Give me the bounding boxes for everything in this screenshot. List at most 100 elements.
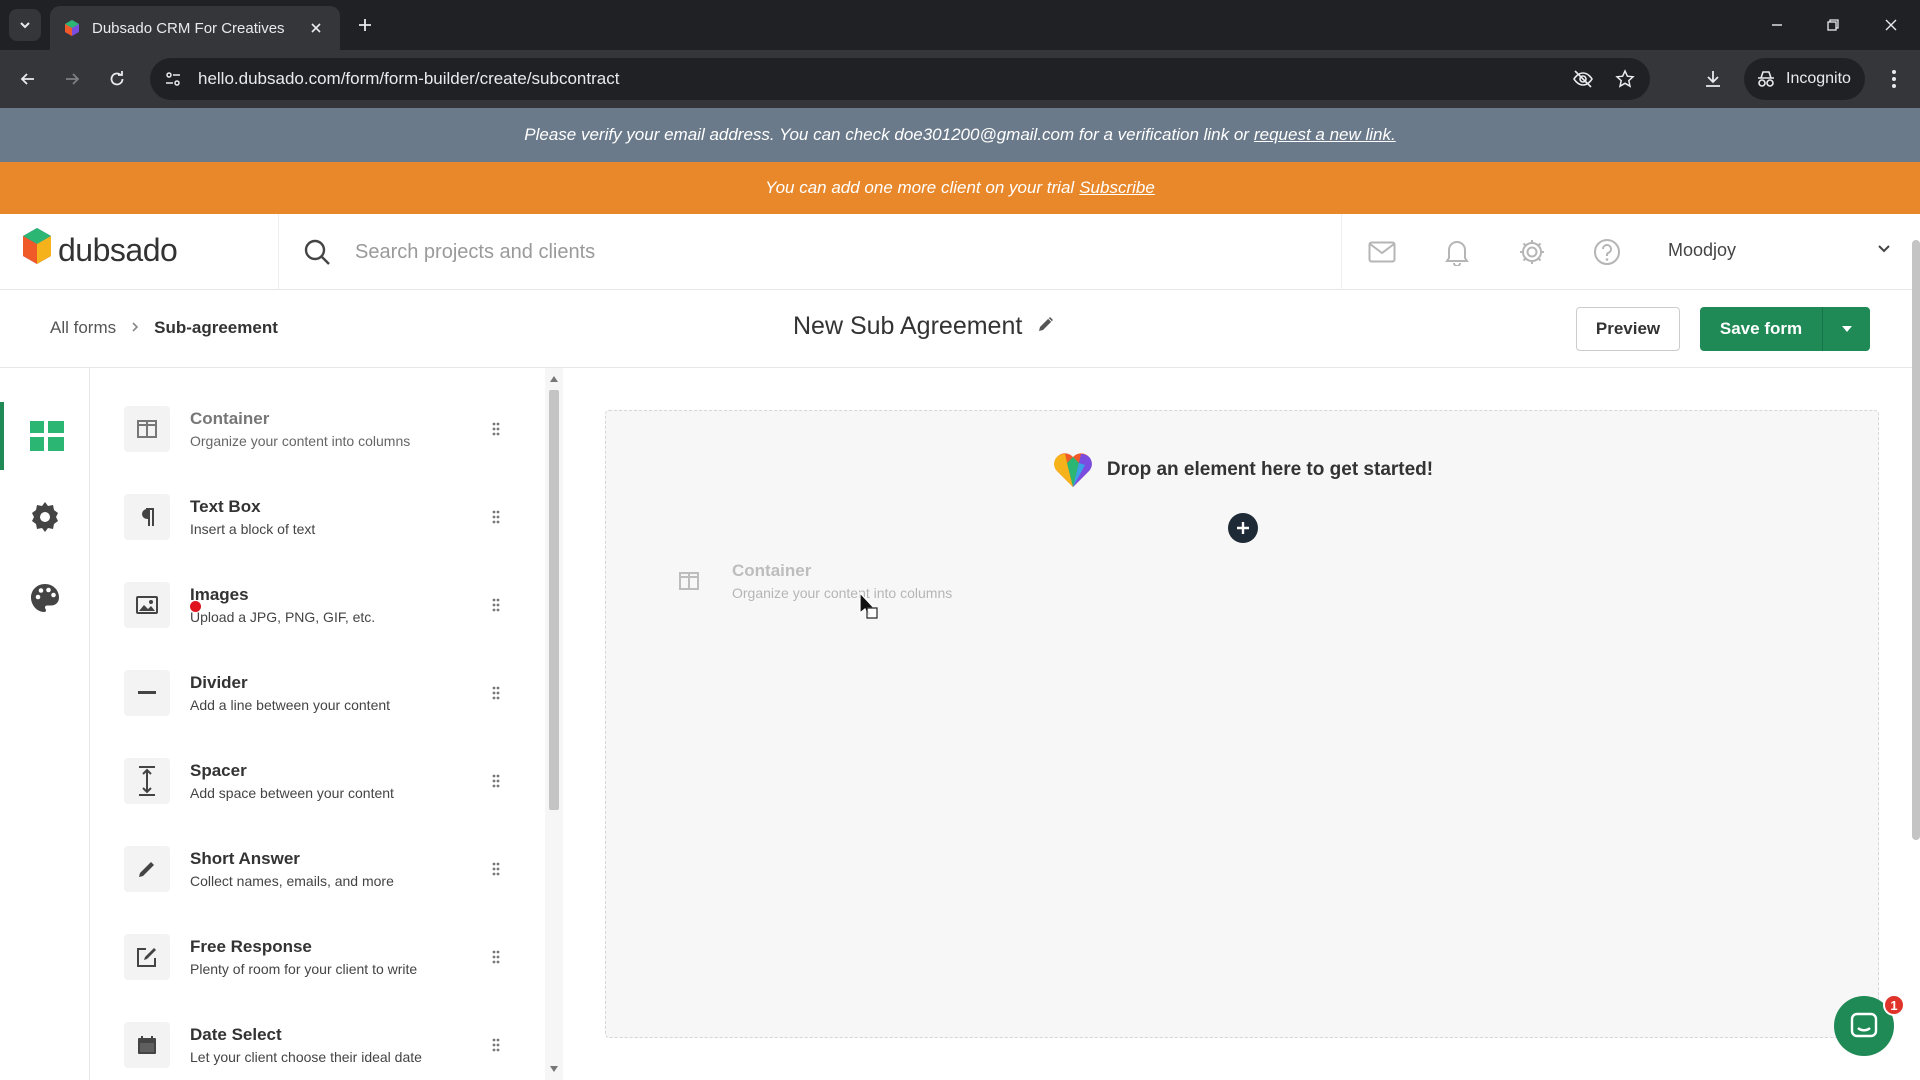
forward-button[interactable] — [56, 63, 88, 95]
element-desc: Add space between your content — [190, 785, 394, 801]
close-window-button[interactable] — [1876, 10, 1906, 40]
scroll-down-icon[interactable] — [550, 1066, 558, 1072]
element-title: Date Select — [190, 1025, 282, 1044]
drag-handle-icon[interactable] — [486, 1038, 506, 1052]
element-title: Free Response — [190, 937, 312, 956]
download-icon — [1706, 71, 1720, 87]
element-desc: Insert a block of text — [190, 521, 316, 537]
url-text: hello.dubsado.com/form/form-builder/crea… — [198, 69, 620, 88]
settings-gear-icon[interactable] — [1515, 235, 1549, 269]
incognito-label: Incognito — [1786, 70, 1851, 87]
drop-message-text: Drop an element here to get started! — [1106, 459, 1434, 480]
element-date-select[interactable]: Date Select Let your client choose their… — [124, 1010, 524, 1080]
close-icon — [1885, 19, 1897, 31]
incognito-indicator[interactable]: Incognito — [1744, 58, 1865, 100]
element-short-answer[interactable]: Short Answer Collect names, emails, and … — [124, 834, 524, 904]
drag-handle-icon[interactable] — [486, 422, 506, 436]
rail-theme-tab[interactable] — [0, 564, 90, 632]
plus-icon — [1237, 522, 1249, 534]
save-form-label[interactable]: Save form — [1700, 319, 1822, 339]
site-info-icon[interactable] — [156, 62, 190, 96]
element-images[interactable]: Images Upload a JPG, PNG, GIF, etc. — [124, 570, 524, 640]
element-free-response[interactable]: Free Response Plenty of room for your cl… — [124, 922, 524, 992]
restore-button[interactable] — [1818, 10, 1848, 40]
calendar-icon — [124, 1022, 170, 1068]
bell-icon[interactable] — [1440, 235, 1474, 269]
user-name[interactable]: Moodjoy — [1668, 240, 1736, 261]
downloads-button[interactable] — [1697, 63, 1729, 95]
search-icon — [304, 239, 330, 265]
ghost-title: Container — [732, 561, 812, 580]
new-tab-button[interactable] — [352, 12, 378, 38]
palette-scroll-thumb[interactable] — [549, 390, 559, 810]
incognito-icon — [1758, 71, 1774, 87]
bookmark-star-icon[interactable] — [1608, 62, 1642, 96]
breadcrumb-all-forms[interactable]: All forms — [50, 318, 116, 338]
back-button[interactable] — [12, 63, 44, 95]
mail-icon[interactable] — [1365, 235, 1399, 269]
tab-close-icon[interactable] — [306, 18, 326, 38]
drag-handle-icon[interactable] — [486, 862, 506, 876]
drag-handle-icon[interactable] — [486, 950, 506, 964]
rail-elements-tab[interactable] — [0, 402, 90, 470]
element-title: Images — [190, 585, 249, 604]
reload-button[interactable] — [101, 63, 133, 95]
add-element-button[interactable] — [1228, 513, 1258, 543]
browser-menu-button[interactable] — [1878, 63, 1910, 95]
element-text-box[interactable]: Text Box Insert a block of text — [124, 482, 524, 552]
verify-email-banner: Please verify your email address. You ca… — [0, 108, 1920, 162]
divider-icon — [124, 670, 170, 716]
dubsado-logo[interactable]: dubsado — [22, 228, 178, 272]
heart-logo-icon — [1053, 453, 1092, 487]
dubsado-logo-icon — [23, 228, 51, 264]
subscribe-link[interactable]: Subscribe — [1079, 178, 1155, 198]
breadcrumb-current: Sub-agreement — [154, 318, 278, 337]
element-desc: Plenty of room for your client to write — [190, 961, 418, 977]
tab-list-button[interactable] — [9, 9, 41, 41]
help-icon[interactable] — [1590, 235, 1624, 269]
minimize-button[interactable] — [1762, 10, 1792, 40]
chat-badge: 1 — [1883, 994, 1905, 1016]
palette-scrollbar[interactable] — [545, 368, 563, 1080]
save-form-button[interactable]: Save form — [1700, 307, 1870, 351]
arrow-left-icon — [20, 73, 34, 85]
rail-settings-tab[interactable] — [0, 483, 90, 551]
ghost-desc: Organize your content into columns — [732, 585, 953, 601]
trial-text: You can add one more client on your tria… — [765, 178, 1075, 197]
element-desc: Organize your content into columns — [190, 433, 411, 449]
browser-tab[interactable]: Dubsado CRM For Creatives — [50, 6, 340, 50]
pencil-icon — [124, 846, 170, 892]
form-title-text: New Sub Agreement — [793, 312, 1023, 340]
element-divider[interactable]: Divider Add a line between your content — [124, 658, 524, 728]
recording-dot — [190, 601, 201, 612]
page-scrollbar[interactable] — [1912, 240, 1920, 840]
scroll-up-icon[interactable] — [550, 376, 558, 382]
dubsado-favicon-icon — [65, 20, 79, 36]
drop-zone[interactable]: Drop an element here to get started! Con… — [605, 410, 1879, 1038]
element-desc: Upload a JPG, PNG, GIF, etc. — [190, 609, 376, 625]
form-builder-header: All forms Sub-agreement New Sub Agreemen… — [0, 290, 1920, 368]
mouse-cursor-icon — [859, 592, 878, 619]
drag-handle-icon[interactable] — [486, 598, 506, 612]
builder-side-rail — [0, 368, 90, 1080]
preview-button[interactable]: Preview — [1576, 307, 1680, 351]
address-bar[interactable]: hello.dubsado.com/form/form-builder/crea… — [150, 58, 1650, 100]
chevron-down-icon — [20, 22, 30, 29]
drag-handle-icon[interactable] — [486, 774, 506, 788]
save-options-caret-icon[interactable] — [1822, 307, 1870, 351]
request-new-link[interactable]: request a new link. — [1254, 125, 1396, 145]
element-palette: Container Organize your content into col… — [90, 368, 545, 1080]
logo-text: dubsado — [58, 231, 178, 268]
verify-text: Please verify your email address. You ca… — [524, 125, 1249, 144]
pencil-icon[interactable] — [1036, 312, 1056, 341]
drag-handle-icon[interactable] — [486, 686, 506, 700]
drag-handle-icon[interactable] — [486, 510, 506, 524]
eye-off-icon[interactable] — [1566, 62, 1600, 96]
search-input[interactable] — [355, 240, 1255, 264]
element-container[interactable]: Container Organize your content into col… — [124, 394, 524, 464]
form-title: New Sub Agreement — [793, 312, 1056, 341]
chevron-down-icon[interactable] — [1876, 240, 1892, 261]
form-canvas: Drop an element here to get started! Con… — [563, 368, 1920, 1080]
element-spacer[interactable]: Spacer Add space between your content — [124, 746, 524, 816]
plus-icon — [359, 19, 371, 31]
